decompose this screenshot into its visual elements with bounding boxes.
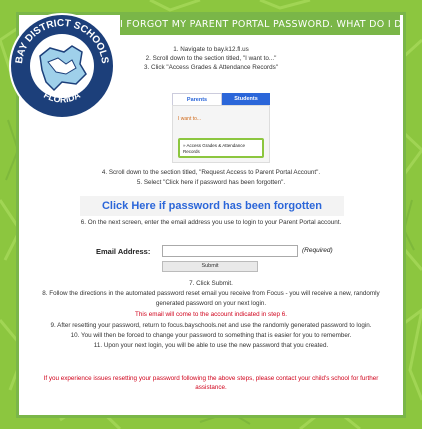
- step-1: 1. Navigate to bay.k12.fl.us: [173, 46, 249, 53]
- step-6: 6. On the next screen, enter the email a…: [80, 219, 342, 226]
- access-grades-link[interactable]: » Access Grades & Attendance Records: [178, 138, 264, 158]
- step-11: 11. Upon your next login, you will be ab…: [93, 342, 329, 349]
- step-10: 10. You will then be forced to change yo…: [70, 332, 352, 339]
- forgot-password-link[interactable]: Click Here if password has been forgotte…: [80, 196, 344, 216]
- portal-tabs: Parents Students: [172, 93, 270, 105]
- step-8: 8. Follow the directions in the automate…: [42, 290, 380, 297]
- step-2: 2. Scroll down to the section titled, "I…: [145, 55, 277, 62]
- footer-line-2: assistance.: [195, 384, 227, 391]
- submit-button[interactable]: Submit: [162, 261, 258, 272]
- page-title: I FORGOT MY PARENT PORTAL PASSWORD. WHAT…: [120, 15, 400, 35]
- i-want-to-panel: I want to... » Access Grades & Attendanc…: [172, 105, 270, 163]
- tab-parents[interactable]: Parents: [172, 93, 222, 105]
- email-field[interactable]: [162, 245, 298, 257]
- step-5: 5. Select "Click here if password has be…: [136, 179, 286, 186]
- step-9: 9. After resetting your password, return…: [50, 322, 372, 329]
- required-note: (Required): [302, 247, 333, 254]
- footer-help-note: If you experience issues resetting your …: [26, 374, 396, 392]
- menu-heading: I want to...: [178, 116, 202, 122]
- step-7: 7. Click Submit.: [189, 280, 233, 287]
- footer-line-1: If you experience issues resetting your …: [43, 375, 379, 382]
- tab-students[interactable]: Students: [222, 93, 270, 105]
- step-8-note: This email will come to the account indi…: [135, 311, 287, 318]
- step-4: 4. Scroll down to the section titled, "R…: [101, 169, 321, 176]
- email-form-row: Email Address: (Required): [96, 244, 346, 260]
- step-8-cont: generated password on your next login.: [155, 300, 267, 307]
- email-label: Email Address:: [96, 247, 151, 256]
- step-3: 3. Click "Access Grades & Attendance Rec…: [144, 64, 278, 71]
